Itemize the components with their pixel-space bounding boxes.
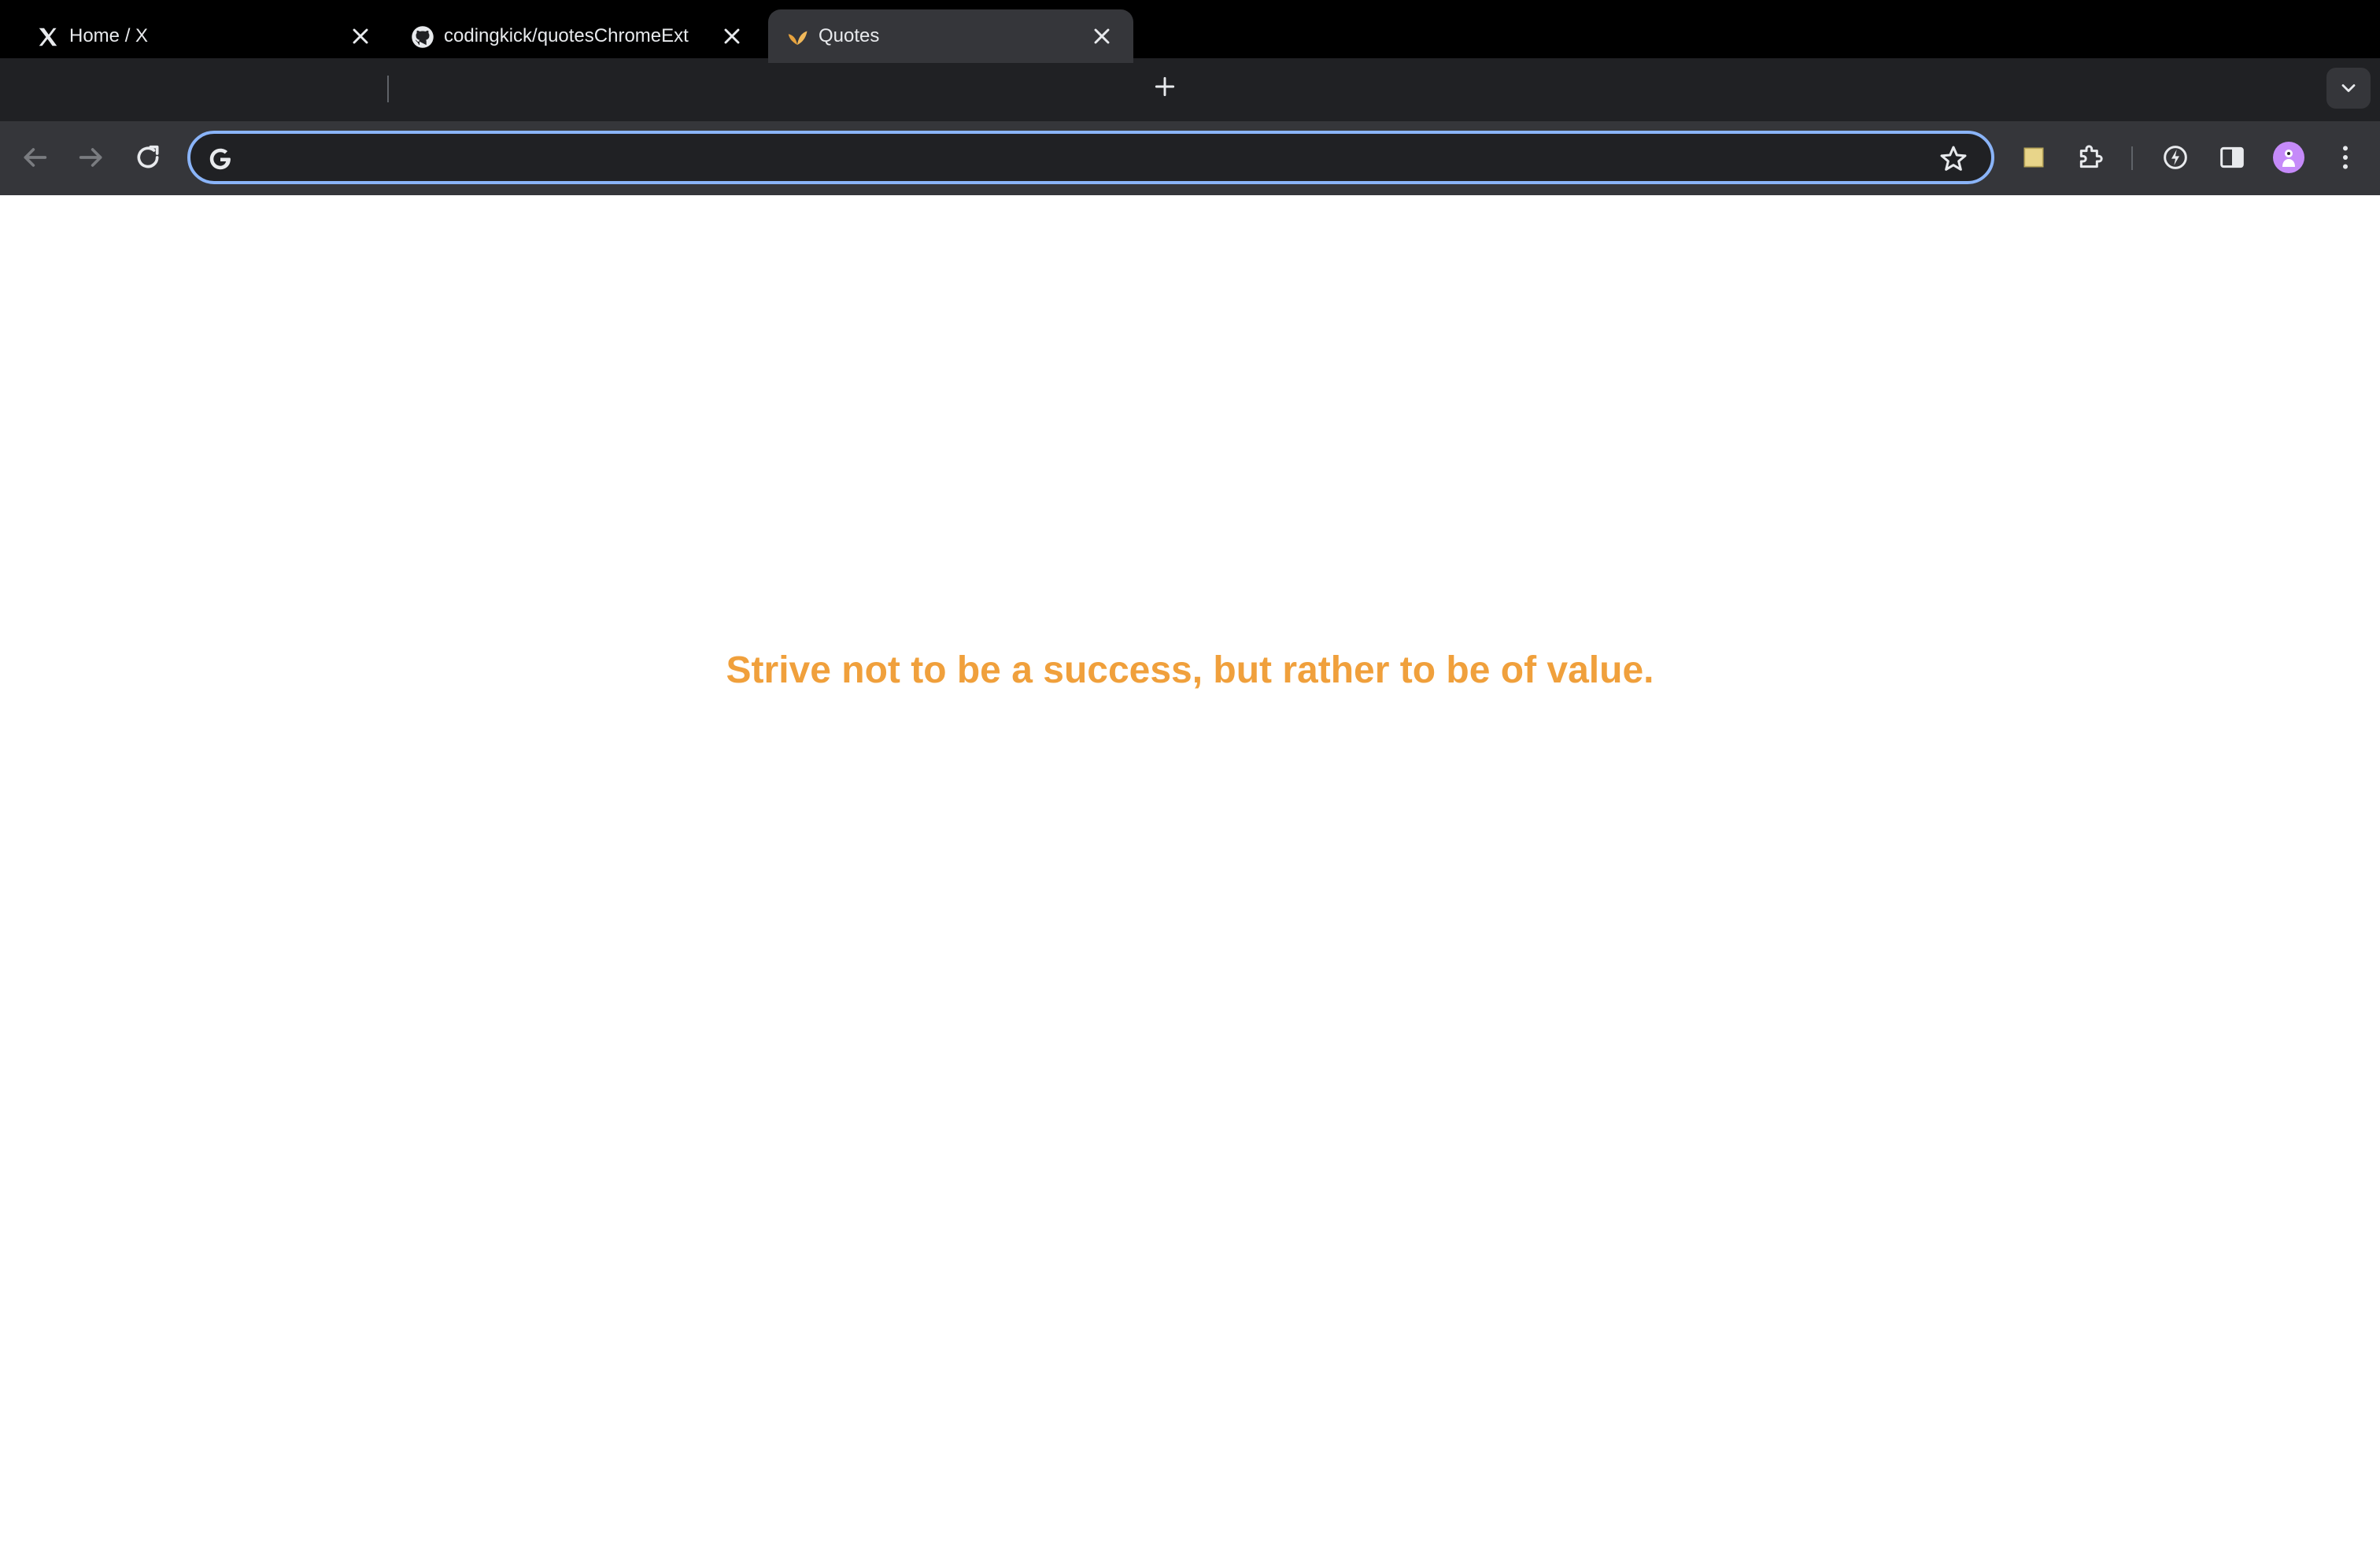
sticky-note-extension-icon[interactable] <box>2018 142 2049 173</box>
chevron-down-icon <box>2341 84 2356 92</box>
leaf-icon <box>788 31 808 45</box>
quote-text: Strive not to be a success, but rather t… <box>726 649 1654 691</box>
forward-icon[interactable] <box>76 142 107 173</box>
performance-icon[interactable] <box>2160 142 2191 173</box>
close-tab-icon[interactable] <box>1089 24 1114 49</box>
github-icon <box>412 26 434 48</box>
avatar-icon <box>2282 150 2295 167</box>
address-bar[interactable] <box>187 131 1994 184</box>
tab-title: Quotes <box>819 25 880 46</box>
reload-icon[interactable] <box>132 142 164 173</box>
tab-github[interactable]: codingkick/quotesChromeExt <box>394 9 752 63</box>
tab-home-x[interactable]: Home / X <box>19 9 378 63</box>
x-logo-icon <box>39 28 57 46</box>
address-input[interactable] <box>247 142 1900 173</box>
toolbar-divider <box>2131 146 2133 170</box>
profile-avatar[interactable] <box>2273 142 2304 173</box>
back-icon[interactable] <box>19 142 50 173</box>
tab-strip <box>0 58 2380 121</box>
page-content <box>0 195 2380 1546</box>
tab-divider <box>387 76 389 102</box>
google-g-icon <box>209 148 231 170</box>
tab-quotes[interactable]: Quotes <box>768 9 1133 63</box>
new-tab-icon[interactable] <box>1152 74 1177 99</box>
side-panel-icon[interactable] <box>2216 142 2248 173</box>
tab-title: Home / X <box>69 25 149 46</box>
tab-title: codingkick/quotesChromeExt <box>444 25 689 46</box>
tab-search-button[interactable] <box>2326 68 2371 109</box>
more-menu-icon[interactable] <box>2330 142 2361 173</box>
close-tab-icon[interactable] <box>719 24 745 49</box>
bookmark-star-icon[interactable] <box>1938 143 1969 175</box>
close-tab-icon[interactable] <box>348 24 373 49</box>
extensions-puzzle-icon[interactable] <box>2075 142 2106 173</box>
